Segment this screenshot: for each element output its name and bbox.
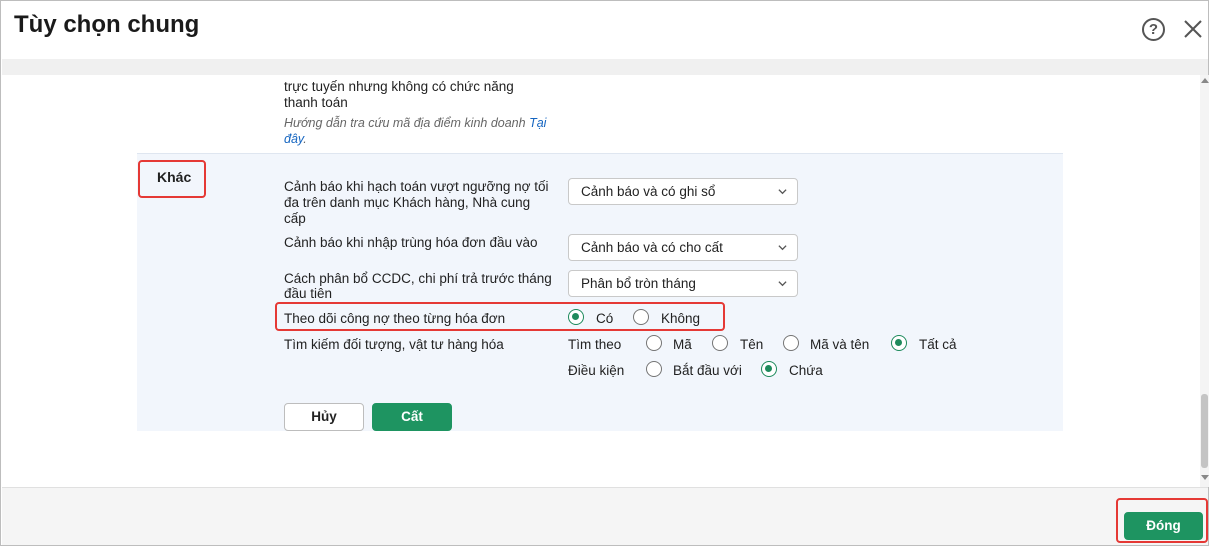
header-separator (2, 59, 1208, 75)
search-by-code-and-name-label: Mã và tên (810, 337, 870, 352)
duplicate-invoice-value: Cảnh báo và có cho cất (581, 240, 723, 255)
search-by-label: Tìm theo (568, 337, 622, 352)
chevron-down-icon (778, 281, 787, 287)
ccdc-allocation-value: Phân bổ tròn tháng (581, 276, 696, 291)
dialog-title: Tùy chọn chung (14, 11, 200, 38)
highlight-close-button (1116, 498, 1208, 543)
chevron-down-icon (778, 189, 787, 195)
search-by-name-radio[interactable] (712, 335, 728, 351)
hint-link-continued[interactable]: đây (284, 132, 303, 146)
condition-contains-label: Chứa (789, 363, 823, 378)
condition-contains-radio[interactable] (761, 361, 777, 377)
top-text-line-1: trực tuyến nhưng không có chức năng (284, 79, 514, 94)
top-text-line-2: thanh toán (284, 95, 348, 110)
debt-warning-select[interactable]: Cảnh báo và có ghi sổ (568, 178, 798, 205)
scrollbar-thumb[interactable] (1201, 394, 1208, 468)
close-icon[interactable] (1181, 17, 1205, 41)
search-by-code-label: Mã (673, 337, 692, 352)
search-by-code-and-name-radio[interactable] (783, 335, 799, 351)
condition-starts-with-label: Bắt đầu với (673, 363, 742, 378)
debt-warning-label-1: Cảnh báo khi hạch toán vượt ngưỡng nợ tố… (284, 179, 549, 194)
hint-text: Hướng dẫn tra cứu mã địa điểm kinh doanh (284, 116, 530, 130)
search-object-label: Tìm kiếm đối tượng, vật tư hàng hóa (284, 337, 504, 352)
help-icon[interactable]: ? (1142, 18, 1165, 41)
ccdc-allocation-select[interactable]: Phân bổ tròn tháng (568, 270, 798, 297)
search-by-code-radio[interactable] (646, 335, 662, 351)
save-button[interactable]: Cất (372, 403, 452, 431)
search-by-name-label: Tên (740, 337, 764, 352)
highlight-other-label (138, 160, 206, 198)
condition-starts-with-radio[interactable] (646, 361, 662, 377)
options-scroll-area: trực tuyến nhưng không có chức năng than… (2, 75, 1200, 487)
cancel-button[interactable]: Hủy (284, 403, 364, 431)
search-by-all-radio[interactable] (891, 335, 907, 351)
duplicate-invoice-select[interactable]: Cảnh báo và có cho cất (568, 234, 798, 261)
debt-warning-label-3: cấp (284, 211, 306, 226)
ccdc-allocation-label-1: Cách phân bổ CCDC, chi phí trả trước thá… (284, 271, 552, 286)
highlight-track-debt-row (275, 302, 725, 331)
debt-warning-label-2: đa trên danh mục Khách hàng, Nhà cung (284, 195, 531, 210)
condition-label: Điều kiện (568, 363, 625, 378)
scroll-down-arrow-icon[interactable] (1201, 475, 1209, 480)
debt-warning-value: Cảnh báo và có ghi sổ (581, 184, 716, 199)
dialog-footer (2, 487, 1208, 545)
ccdc-allocation-label-2: đầu tiên (284, 286, 333, 301)
location-code-hint: Hướng dẫn tra cứu mã địa điểm kinh doanh… (284, 115, 559, 147)
scroll-up-arrow-icon[interactable] (1201, 78, 1209, 83)
hint-end: . (303, 132, 307, 146)
general-options-dialog: Tùy chọn chung ? trực tuyến nhưng không … (0, 0, 1209, 546)
duplicate-invoice-label: Cảnh báo khi nhập trùng hóa đơn đầu vào (284, 235, 538, 250)
search-by-all-label: Tất cả (919, 337, 957, 352)
chevron-down-icon (778, 245, 787, 251)
hint-link[interactable]: Tại (529, 116, 546, 130)
